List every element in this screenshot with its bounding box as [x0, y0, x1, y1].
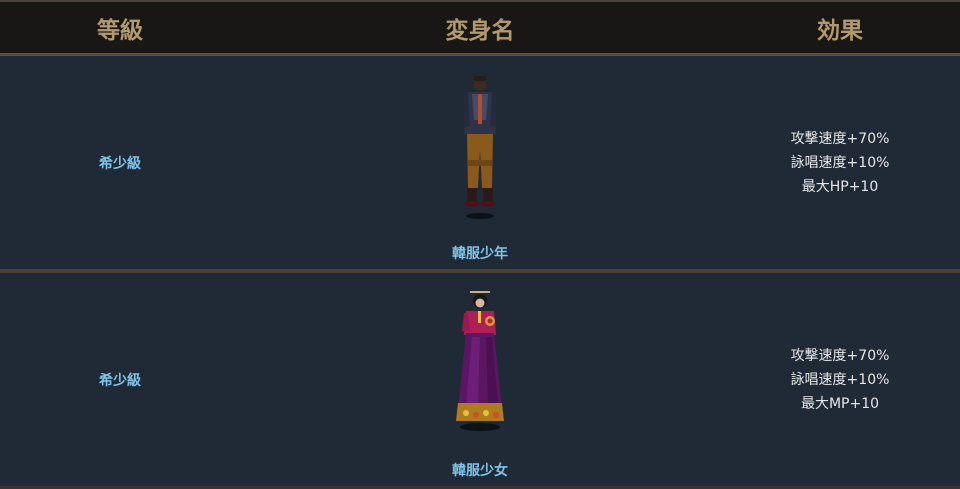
- hanbok-boy-sprite-icon: [464, 76, 496, 219]
- table-row: 希少級: [0, 269, 960, 489]
- grade-cell: 希少級: [0, 273, 240, 486]
- effect-line: 最大HP+10: [801, 178, 879, 195]
- effect-line: 攻撃速度+70%: [790, 347, 890, 364]
- transform-name: 韓服少女: [452, 463, 508, 479]
- grade-label: 希少級: [99, 372, 141, 389]
- effect-line: 詠唱速度+10%: [790, 371, 890, 388]
- grade-cell: 希少級: [0, 56, 240, 269]
- grade-label: 希少級: [99, 155, 141, 172]
- name-cell: 韓服少女: [240, 273, 720, 486]
- header-grade: 等級: [97, 17, 143, 44]
- effect-line: 詠唱速度+10%: [790, 154, 890, 171]
- transform-table: 等級 変身名 効果 希少級 韓服少年 攻撃速度+70% 詠唱速度+10% 最大H…: [0, 0, 960, 489]
- table-header: 等級 変身名 効果: [0, 0, 960, 56]
- effect-line: 最大MP+10: [800, 395, 880, 412]
- table-row: 希少級: [0, 56, 960, 269]
- effect-cell: 攻撃速度+70% 詠唱速度+10% 最大HP+10: [720, 56, 960, 269]
- effect-line: 攻撃速度+70%: [790, 130, 890, 147]
- hanbok-girl-sprite-icon: [456, 291, 504, 431]
- transform-name: 韓服少年: [452, 246, 508, 262]
- header-name: 変身名: [445, 17, 515, 44]
- header-effect: 効果: [817, 17, 863, 44]
- effect-cell: 攻撃速度+70% 詠唱速度+10% 最大MP+10: [720, 273, 960, 486]
- name-cell: 韓服少年: [240, 56, 720, 269]
